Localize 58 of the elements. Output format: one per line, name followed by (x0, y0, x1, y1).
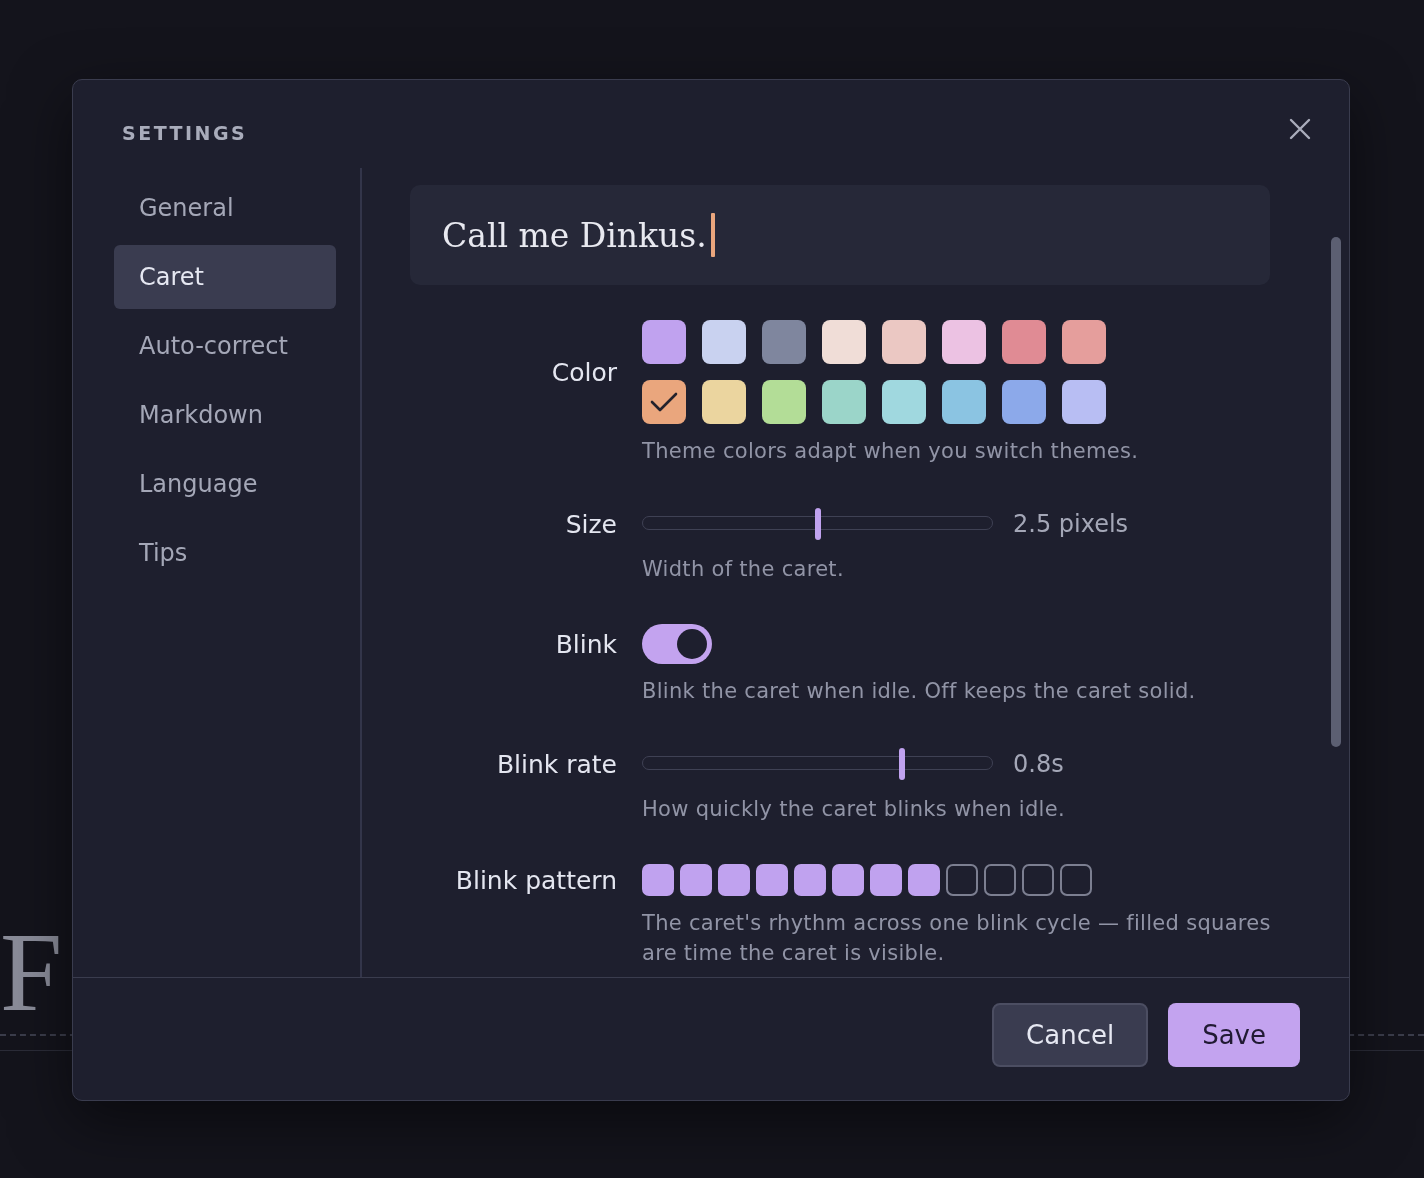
color-swatch[interactable] (882, 380, 926, 424)
sidebar-item[interactable]: Tips (114, 521, 336, 585)
sidebar-item[interactable]: Markdown (114, 383, 336, 447)
color-swatch[interactable] (942, 380, 986, 424)
save-button[interactable]: Save (1168, 1003, 1300, 1067)
setting-hint: Theme colors adapt when you switch themes. (642, 438, 1140, 465)
sidebar-item[interactable]: Auto-correct (114, 314, 336, 378)
text-caret (710, 213, 715, 257)
setting-label: Blink pattern (454, 865, 617, 895)
close-icon[interactable] (1289, 118, 1311, 140)
sidebar-item[interactable]: Language (114, 452, 336, 516)
toggle-switch[interactable] (642, 624, 712, 664)
setting-hint: Blink the caret when idle. Off keeps the caret solid. (642, 678, 1197, 705)
color-swatch[interactable] (762, 320, 806, 364)
setting-label: Blink (554, 629, 617, 659)
color-swatch[interactable] (1062, 320, 1106, 364)
setting-label: Size (564, 509, 617, 539)
pattern-square[interactable] (1022, 864, 1054, 896)
pattern-square[interactable] (908, 864, 940, 896)
setting-label: Color (550, 357, 617, 387)
pattern-square[interactable] (1060, 864, 1092, 896)
color-swatch[interactable] (942, 320, 986, 364)
slider-thumb[interactable] (898, 748, 905, 780)
color-swatch[interactable] (642, 380, 686, 424)
pattern-square[interactable] (832, 864, 864, 896)
sidebar-item[interactable]: General (114, 176, 336, 240)
setting-hint: The caret's rhythm across one blink cycle — filled squares are time the caret is visible. (642, 910, 1272, 967)
color-swatch[interactable] (642, 320, 686, 364)
slider-value: 2.5 pixels (1013, 510, 1129, 538)
preview-field[interactable]: Call me Dinkus. (410, 185, 1270, 285)
color-swatch[interactable] (702, 380, 746, 424)
color-swatch[interactable] (822, 380, 866, 424)
pattern-square[interactable] (870, 864, 902, 896)
scrollbar-thumb[interactable] (1331, 237, 1341, 747)
pattern-square[interactable] (680, 864, 712, 896)
pattern-square[interactable] (642, 864, 674, 896)
check-icon (650, 392, 678, 412)
pattern-square[interactable] (946, 864, 978, 896)
slider-thumb[interactable] (814, 508, 821, 540)
cancel-button[interactable]: Cancel (992, 1003, 1149, 1067)
color-swatch[interactable] (702, 320, 746, 364)
color-swatch[interactable] (822, 320, 866, 364)
dialog-title: SETTINGS (122, 122, 248, 144)
pattern-square[interactable] (794, 864, 826, 896)
setting-label: Blink rate (495, 749, 617, 779)
setting-hint: How quickly the caret blinks when idle. (642, 796, 1066, 823)
background-heading: F (0, 909, 63, 1036)
setting-hint: Width of the caret. (642, 556, 845, 583)
color-swatch[interactable] (1062, 380, 1106, 424)
slider-value: 0.8s (1013, 750, 1064, 778)
pattern-square[interactable] (756, 864, 788, 896)
pattern-square[interactable] (718, 864, 750, 896)
sidebar-item[interactable]: Caret (114, 245, 336, 309)
pattern-square[interactable] (984, 864, 1016, 896)
color-swatch[interactable] (882, 320, 926, 364)
color-swatch[interactable] (762, 380, 806, 424)
color-swatch[interactable] (1002, 320, 1046, 364)
color-swatch[interactable] (1002, 380, 1046, 424)
